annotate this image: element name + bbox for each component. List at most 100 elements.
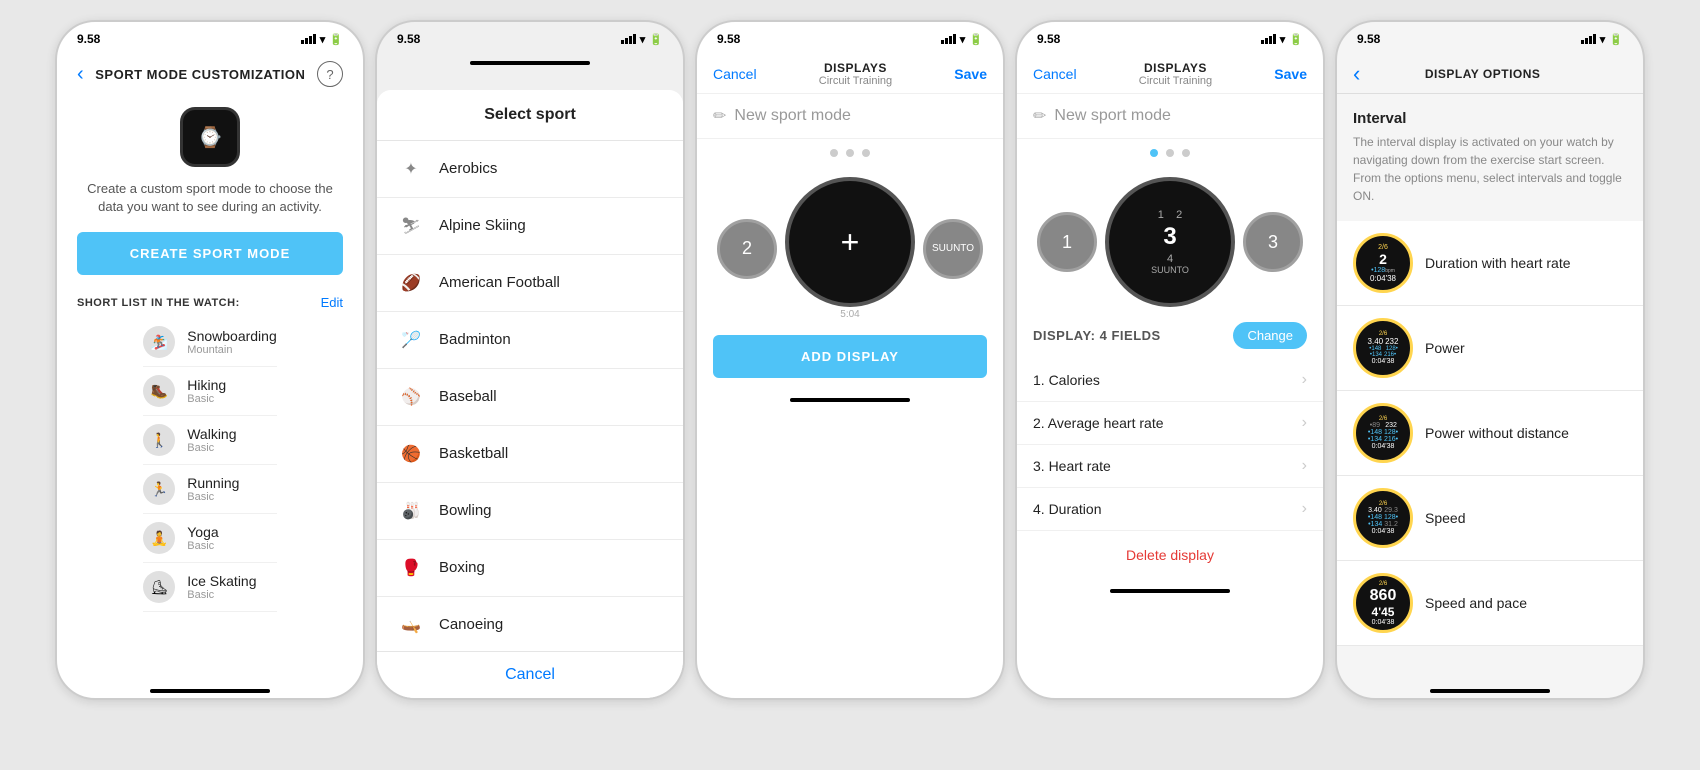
field-label-hr: 3. Heart rate (1033, 458, 1111, 474)
option-label-power-nodist: Power without distance (1425, 425, 1569, 441)
help-button[interactable]: ? (317, 61, 343, 87)
chevron-duration: › (1302, 500, 1307, 518)
sport-item-canoeing[interactable]: 🛶 Canoeing (377, 597, 683, 651)
dot-2 (846, 149, 854, 157)
field-row-avg-hr[interactable]: 2. Average heart rate › (1017, 402, 1323, 445)
watch-timestamp-3: 5:04 (840, 309, 859, 320)
wifi-icon-5: ▾ (1600, 33, 1606, 46)
screen3-phone: 9.58 ▾ 🔋 Cancel DISPLAYS Circuit Trainin… (695, 20, 1005, 700)
watch-duration-hr: 2/6 2 •128bpm 0:04'38 (1353, 233, 1413, 293)
cancel-button-4[interactable]: Cancel (1033, 66, 1077, 82)
chevron-calories: › (1302, 371, 1307, 389)
delete-display-button[interactable]: Delete display (1017, 531, 1323, 579)
status-bar-5: 9.58 ▾ 🔋 (1337, 22, 1643, 51)
fields-list-4: 1. Calories › 2. Average heart rate › 3.… (1017, 359, 1323, 531)
change-button-4[interactable]: Change (1233, 322, 1307, 349)
field-row-duration[interactable]: 4. Duration › (1017, 488, 1323, 531)
watch-speed: 2/6 3.40 •148 29.3 128• •134 31.2 (1353, 488, 1413, 548)
sport-sub: Basic (187, 393, 226, 405)
mode-name-row-3: ✏ New sport mode (697, 94, 1003, 139)
status-icons-4: ▾ 🔋 (1261, 33, 1303, 46)
sport-icon-iceskating: ⛸ (143, 571, 175, 603)
list-item[interactable]: 🥾 Hiking Basic (143, 367, 277, 416)
sport-item-alpine[interactable]: ⛷ Alpine Skiing (377, 198, 683, 255)
sport-sub: Basic (187, 540, 218, 552)
status-icons-5: ▾ 🔋 (1581, 33, 1623, 46)
option-item-power-nodist[interactable]: 2/6 •89 •148 232 128• •134 216• (1337, 391, 1643, 476)
home-indicator-2 (470, 61, 590, 65)
list-item[interactable]: 🚶 Walking Basic (143, 416, 277, 465)
badminton-icon: 🏸 (397, 326, 425, 354)
displays-sub-4: Circuit Training (1139, 75, 1212, 87)
add-display-button[interactable]: ADD DISPLAY (713, 335, 987, 378)
football-label: American Football (439, 274, 560, 291)
watch-display-area-4: 1 1 2 3 4 SUUNTO 3 (1017, 167, 1323, 312)
save-button-3[interactable]: Save (954, 66, 987, 82)
save-button-4[interactable]: Save (1274, 66, 1307, 82)
cancel-button-3[interactable]: Cancel (713, 66, 757, 82)
dot-2-4 (1166, 149, 1174, 157)
edit-icon-4: ✏ (1033, 106, 1046, 126)
list-item[interactable]: ⛸ Ice Skating Basic (143, 563, 277, 612)
battery-icon-2: 🔋 (649, 33, 663, 46)
sport-item-football[interactable]: 🏈 American Football (377, 255, 683, 312)
edit-icon-3: ✏ (713, 106, 726, 126)
wifi-icon-4: ▾ (1280, 33, 1286, 46)
list-item[interactable]: 🧘 Yoga Basic (143, 514, 277, 563)
chevron-hr: › (1302, 457, 1307, 475)
aerobics-icon: ✦ (397, 155, 425, 183)
wifi-icon-3: ▾ (960, 33, 966, 46)
sport-icon-yoga: 🧘 (143, 522, 175, 554)
basketball-label: Basketball (439, 445, 508, 462)
alpine-label: Alpine Skiing (439, 217, 526, 234)
plus-icon-3: + (841, 224, 860, 261)
option-item-power[interactable]: 2/6 3.40 •148 232 128• •134 (1337, 306, 1643, 391)
watch-glyph: ⌚ (198, 125, 223, 150)
list-item[interactable]: 🏃 Running Basic (143, 465, 277, 514)
create-description: Create a custom sport mode to choose the… (77, 180, 343, 216)
sport-item-basketball[interactable]: 🏀 Basketball (377, 426, 683, 483)
option-item-speed[interactable]: 2/6 3.40 •148 29.3 128• •134 31.2 (1337, 476, 1643, 561)
option-item-duration-hr[interactable]: 2/6 2 •128bpm 0:04'38 Duration with hear… (1337, 221, 1643, 306)
field-row-hr[interactable]: 3. Heart rate › (1017, 445, 1323, 488)
baseball-icon: ⚾ (397, 383, 425, 411)
displays-title-4: DISPLAYS (1139, 61, 1212, 75)
mode-name-4[interactable]: New sport mode (1054, 107, 1171, 125)
back-button-5[interactable]: ‹ (1353, 61, 1360, 87)
sport-item-aerobics[interactable]: ✦ Aerobics (377, 141, 683, 198)
displays-title-3: DISPLAYS (819, 61, 892, 75)
sport-item-boxing[interactable]: 🥊 Boxing (377, 540, 683, 597)
sport-item-bowling[interactable]: 🎳 Bowling (377, 483, 683, 540)
header-center-5: DISPLAY OPTIONS (1425, 67, 1541, 81)
edit-link[interactable]: Edit (321, 295, 343, 310)
sport-item-badminton[interactable]: 🏸 Badminton (377, 312, 683, 369)
watch-display-area-3: 2 + 5:04 SUUNTO (697, 167, 1003, 325)
option-item-speed-pace[interactable]: 2/6 860 4'45 0:04'38 Speed and pace (1337, 561, 1643, 646)
screen2-phone: 9.58 ▾ 🔋 Select sport ✦ Aerobics ⛷ Alpin… (375, 20, 685, 700)
dot-1 (830, 149, 838, 157)
header-bar-3: Cancel DISPLAYS Circuit Training Save (697, 51, 1003, 94)
time-5: 9.58 (1357, 32, 1380, 46)
sport-sub: Mountain (187, 344, 277, 356)
shortlist-header: SHORT LIST IN THE WATCH: Edit (77, 295, 343, 310)
sport-name: Hiking (187, 377, 226, 393)
options-title-5: DISPLAY OPTIONS (1425, 67, 1541, 81)
select-sport-title: Select sport (377, 90, 683, 141)
home-indicator-3 (790, 398, 910, 402)
sport-sub: Basic (187, 442, 236, 454)
sport-sub: Basic (187, 491, 239, 503)
dot-3-4 (1182, 149, 1190, 157)
cancel-button-2[interactable]: Cancel (505, 666, 555, 683)
status-bar-4: 9.58 ▾ 🔋 (1017, 22, 1323, 51)
mode-name-3[interactable]: New sport mode (734, 107, 851, 125)
time-3: 9.58 (717, 32, 740, 46)
back-button-1[interactable]: ‹ (77, 63, 84, 86)
sport-name: Snowboarding (187, 328, 277, 344)
baseball-label: Baseball (439, 388, 497, 405)
sport-name: Yoga (187, 524, 218, 540)
create-sport-mode-button[interactable]: CREATE SPORT MODE (77, 232, 343, 275)
sport-info: Running Basic (187, 475, 239, 503)
list-item[interactable]: 🏂 Snowboarding Mountain (143, 318, 277, 367)
sport-item-baseball[interactable]: ⚾ Baseball (377, 369, 683, 426)
field-row-calories[interactable]: 1. Calories › (1017, 359, 1323, 402)
